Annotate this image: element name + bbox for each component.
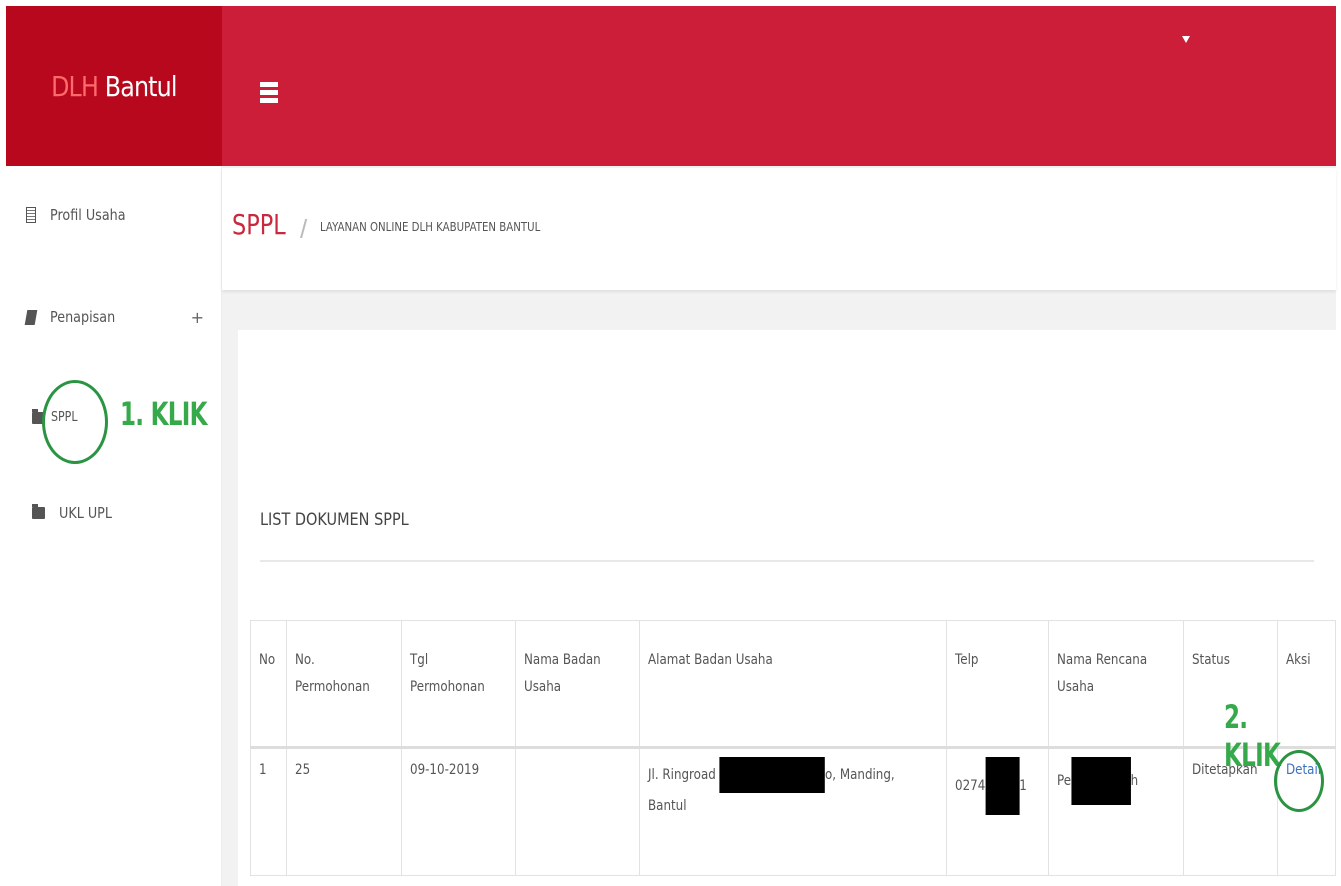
- plus-icon[interactable]: +: [191, 308, 204, 327]
- page-subtitle: LAYANAN ONLINE DLH KABUPATEN BANTUL: [320, 220, 541, 234]
- breadcrumb: SPPL / LAYANAN ONLINE DLH KABUPATEN BANT…: [222, 168, 1336, 290]
- cell-no: 1: [249, 747, 288, 876]
- sidebar-item-profil-usaha[interactable]: Profil Usaha: [6, 206, 222, 224]
- redaction-box: [985, 757, 1020, 815]
- cell-no-permohonan: 25: [286, 747, 403, 876]
- highlight-circle: [42, 380, 108, 464]
- annotation-step-1: 1. KLIK: [120, 395, 207, 433]
- list-title: LIST DOKUMEN SPPL: [260, 510, 409, 530]
- breadcrumb-separator: /: [300, 214, 308, 244]
- brand-text: DLH Bantul: [51, 69, 177, 103]
- redaction-box: [719, 757, 825, 793]
- sidebar: Profil Usaha Penapisan + SPPL UKL UPL: [6, 166, 222, 886]
- caret-down-icon[interactable]: [1182, 36, 1190, 43]
- sidebar-item-penapisan[interactable]: Penapisan +: [6, 308, 222, 327]
- divider: [260, 560, 1314, 562]
- table-row: 1 25 09-10-2019 Jl. Ringroad o, Manding,…: [249, 747, 1337, 876]
- redaction-box: [1070, 757, 1131, 805]
- column-header: Telp: [946, 620, 1049, 749]
- cell-tgl-permohonan: 09-10-2019: [401, 747, 516, 876]
- highlight-circle: [1274, 750, 1324, 812]
- column-header: Nama Badan Usaha: [514, 620, 640, 749]
- brand-logo[interactable]: DLH Bantul: [6, 6, 222, 166]
- column-header: Alamat Badan Usaha: [638, 620, 948, 749]
- document-icon: [26, 207, 36, 223]
- cell-nama-badan-usaha: [514, 747, 640, 876]
- table-header-row: No No. Permohonan Tgl Permohonan Nama Ba…: [249, 620, 1337, 749]
- page-title: SPPL: [232, 208, 286, 241]
- column-header: Tgl Permohonan: [401, 620, 516, 749]
- sidebar-item-ukl-upl[interactable]: UKL UPL: [6, 504, 222, 522]
- column-header: No. Permohonan: [286, 620, 403, 749]
- cell-nama-rencana-usaha: Pe h: [1047, 747, 1184, 876]
- document-list-panel: LIST DOKUMEN SPPL No No. Permohonan Tgl …: [238, 330, 1337, 886]
- hamburger-icon[interactable]: [260, 82, 278, 106]
- cell-telp: 0274 1: [946, 747, 1049, 876]
- column-header: No: [249, 620, 288, 749]
- document-table: No No. Permohonan Tgl Permohonan Nama Ba…: [249, 620, 1337, 876]
- cell-alamat-badan-usaha: Jl. Ringroad o, Manding, Bantul: [638, 747, 948, 876]
- column-header: Nama Rencana Usaha: [1047, 620, 1184, 749]
- book-icon: [24, 309, 38, 325]
- folder-icon: [32, 504, 45, 519]
- top-navbar: [222, 6, 1336, 166]
